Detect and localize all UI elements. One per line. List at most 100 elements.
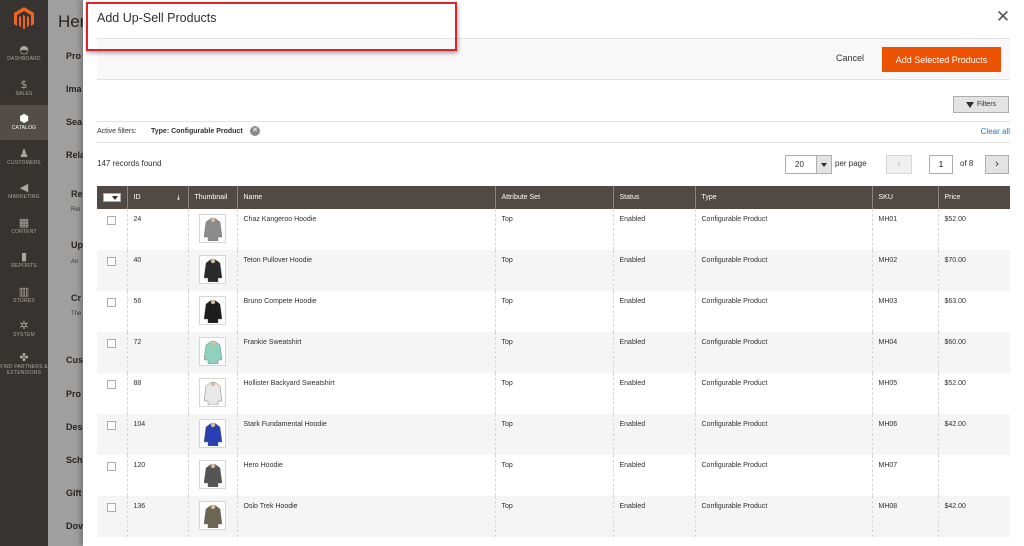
table-row[interactable]: 24 Chaz Kangeroo Hoodie Top Enabled Configur… [97, 209, 1010, 250]
sidebar-item-dashboard[interactable]: ◓ DASHBOARD [0, 36, 48, 71]
cell-thumbnail [187, 332, 237, 373]
cell-id: 120 [126, 455, 188, 496]
cell-status: Enabled [612, 250, 695, 291]
clear-all-link[interactable]: Clear all [981, 127, 1010, 136]
cell-type: Configurable Product [694, 455, 872, 496]
column-header-name[interactable]: Name [236, 186, 495, 209]
mass-select-dropdown[interactable] [103, 193, 121, 202]
row-select-cell[interactable] [97, 496, 127, 537]
remove-filter-icon[interactable]: ✕ [250, 126, 260, 136]
sidebar-item-stores[interactable]: ▥ STORES [0, 278, 48, 313]
sort-arrow-icon: ↓ [175, 193, 182, 202]
person-icon: ♟ [19, 146, 29, 160]
sidebar-item-label: SALES [15, 90, 33, 97]
per-page-select[interactable]: 20 [785, 155, 832, 174]
row-checkbox[interactable] [107, 216, 116, 225]
cell-name: Hero Hoodie [236, 455, 495, 496]
cell-attribute-set: Top [494, 455, 613, 496]
row-select-cell[interactable] [97, 373, 127, 414]
table-row[interactable]: 104 Stark Fundamental Hoodie Top Enabled Con… [97, 414, 1010, 455]
cell-name: Frankie Sweatshirt [236, 332, 495, 373]
table-row[interactable]: 72 Frankie Sweatshirt Top Enabled Configurab… [97, 332, 1010, 373]
cell-type: Configurable Product [694, 414, 872, 455]
cell-type: Configurable Product [694, 209, 872, 250]
close-icon[interactable]: ✕ [995, 9, 1011, 26]
sidebar-item-sales[interactable]: $ SALES [0, 71, 48, 106]
row-select-cell[interactable] [97, 250, 127, 291]
product-thumbnail[interactable] [199, 378, 226, 407]
cell-thumbnail [187, 414, 237, 455]
row-checkbox[interactable] [107, 380, 116, 389]
column-header-type[interactable]: Type [694, 186, 872, 209]
sidebar-item-reports[interactable]: ▮ REPORTS [0, 243, 48, 278]
sidebar-item-system[interactable]: ✲ SYSTEM [0, 312, 48, 347]
table-row[interactable]: 120 Hero Hoodie Top Enabled Configurable Pro… [97, 455, 1010, 496]
sidebar-item-label: CATALOG [11, 125, 37, 132]
bar-chart-icon: ▮ [20, 250, 28, 264]
product-thumbnail[interactable] [199, 296, 226, 325]
next-page-button[interactable]: › [985, 155, 1009, 174]
page-count: of 8 [960, 159, 974, 168]
sidebar-item-label: CUSTOMERS [7, 159, 41, 166]
cell-price: $42.00 [937, 414, 1010, 455]
cell-type: Configurable Product [694, 291, 872, 332]
cell-type: Configurable Product [694, 373, 872, 414]
cell-sku: MH06 [871, 414, 938, 455]
column-header-status[interactable]: Status [612, 186, 695, 209]
product-thumbnail[interactable] [199, 337, 226, 366]
row-checkbox[interactable] [107, 421, 116, 430]
table-row[interactable]: 88 Hollister Backyard Sweatshirt Top Enable… [97, 373, 1010, 414]
cube-icon: ⬢ [19, 112, 29, 126]
product-thumbnail[interactable] [199, 460, 226, 489]
row-checkbox[interactable] [107, 503, 116, 512]
row-select-cell[interactable] [97, 455, 127, 496]
cell-price: $52.00 [937, 209, 1010, 250]
sidebar-item-customers[interactable]: ♟ CUSTOMERS [0, 140, 48, 175]
sidebar-item-content[interactable]: ▦ CONTENT [0, 209, 48, 244]
sidebar-item-label: REPORTS [11, 263, 37, 270]
cell-sku: MH04 [871, 332, 938, 373]
row-select-cell[interactable] [97, 332, 127, 373]
sidebar-item-label: STORES [13, 297, 35, 304]
sidebar-item-catalog[interactable]: ⬢ CATALOG [0, 105, 48, 140]
table-row[interactable]: 56 Bruno Compete Hoodie Top Enabled Configur… [97, 291, 1010, 332]
cell-type: Configurable Product [694, 496, 872, 537]
product-thumbnail[interactable] [199, 214, 226, 243]
layout-icon: ▦ [18, 215, 30, 229]
row-checkbox[interactable] [107, 462, 116, 471]
column-header-sku[interactable]: SKU [871, 186, 938, 209]
sidebar-item-find[interactable]: ✤ FIND PARTNERS & EXTENSIONS [0, 347, 48, 382]
sidebar-item-marketing[interactable]: ◀ MARKETING [0, 174, 48, 209]
cell-sku: MH07 [871, 455, 938, 496]
cell-status: Enabled [612, 209, 695, 250]
product-thumbnail[interactable] [199, 419, 226, 448]
cell-thumbnail [187, 496, 237, 537]
product-thumbnail[interactable] [199, 255, 226, 284]
row-checkbox[interactable] [107, 257, 116, 266]
row-checkbox[interactable] [107, 298, 116, 307]
row-select-cell[interactable] [97, 209, 127, 250]
cancel-button[interactable]: Cancel [836, 53, 864, 63]
table-row[interactable]: 136 Oslo Trek Hoodie Top Enabled Configurabl… [97, 496, 1010, 537]
table-row[interactable]: 40 Teton Pullover Hoodie Top Enabled Configu… [97, 250, 1010, 291]
current-page-input[interactable] [929, 155, 953, 174]
row-select-cell[interactable] [97, 291, 127, 332]
product-thumbnail[interactable] [199, 501, 226, 530]
previous-page-button[interactable]: ‹ [886, 155, 912, 174]
per-page-label: per page [835, 159, 867, 168]
column-header-attribute-set[interactable]: Attribute Set [494, 186, 613, 209]
add-selected-products-button[interactable]: Add Selected Products [882, 47, 1001, 72]
cell-status: Enabled [612, 373, 695, 414]
mass-select-header[interactable] [97, 186, 127, 209]
magento-logo-icon[interactable] [0, 0, 48, 36]
filters-button[interactable]: Filters [953, 96, 1009, 113]
row-select-cell[interactable] [97, 414, 127, 455]
megaphone-icon: ◀ [19, 181, 29, 195]
column-header-id[interactable]: ID ↓ [126, 186, 188, 209]
chevron-down-icon[interactable] [816, 156, 831, 173]
cell-attribute-set: Top [494, 414, 613, 455]
column-header-price[interactable]: Price [937, 186, 1010, 209]
cell-name: Chaz Kangeroo Hoodie [236, 209, 495, 250]
row-checkbox[interactable] [107, 339, 116, 348]
cell-status: Enabled [612, 455, 695, 496]
